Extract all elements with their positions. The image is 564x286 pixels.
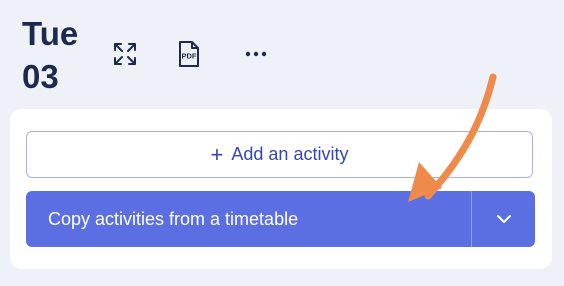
copy-options-dropdown-button[interactable]: [472, 191, 535, 247]
date-heading: Tue 03: [22, 12, 78, 98]
add-activity-label: Add an activity: [231, 144, 349, 164]
day-name: Tue: [22, 15, 79, 52]
copy-activities-button[interactable]: Copy activities from a timetable: [26, 191, 471, 247]
pdf-icon-label: PDF: [182, 52, 197, 61]
pdf-icon: PDF: [179, 41, 199, 67]
plus-icon: +: [210, 141, 224, 167]
pdf-button[interactable]: PDF: [172, 37, 206, 71]
expand-icon: [114, 43, 136, 65]
chevron-down-icon: [496, 215, 511, 223]
add-activity-button[interactable]: + Add an activity: [26, 131, 533, 178]
expand-button[interactable]: [108, 37, 142, 71]
more-icon: [245, 51, 267, 57]
copy-activities-split-button: Copy activities from a timetable: [26, 191, 535, 247]
day-number: 03: [22, 58, 59, 95]
more-options-button[interactable]: [239, 37, 273, 71]
copy-activities-label: Copy activities from a timetable: [48, 208, 299, 229]
